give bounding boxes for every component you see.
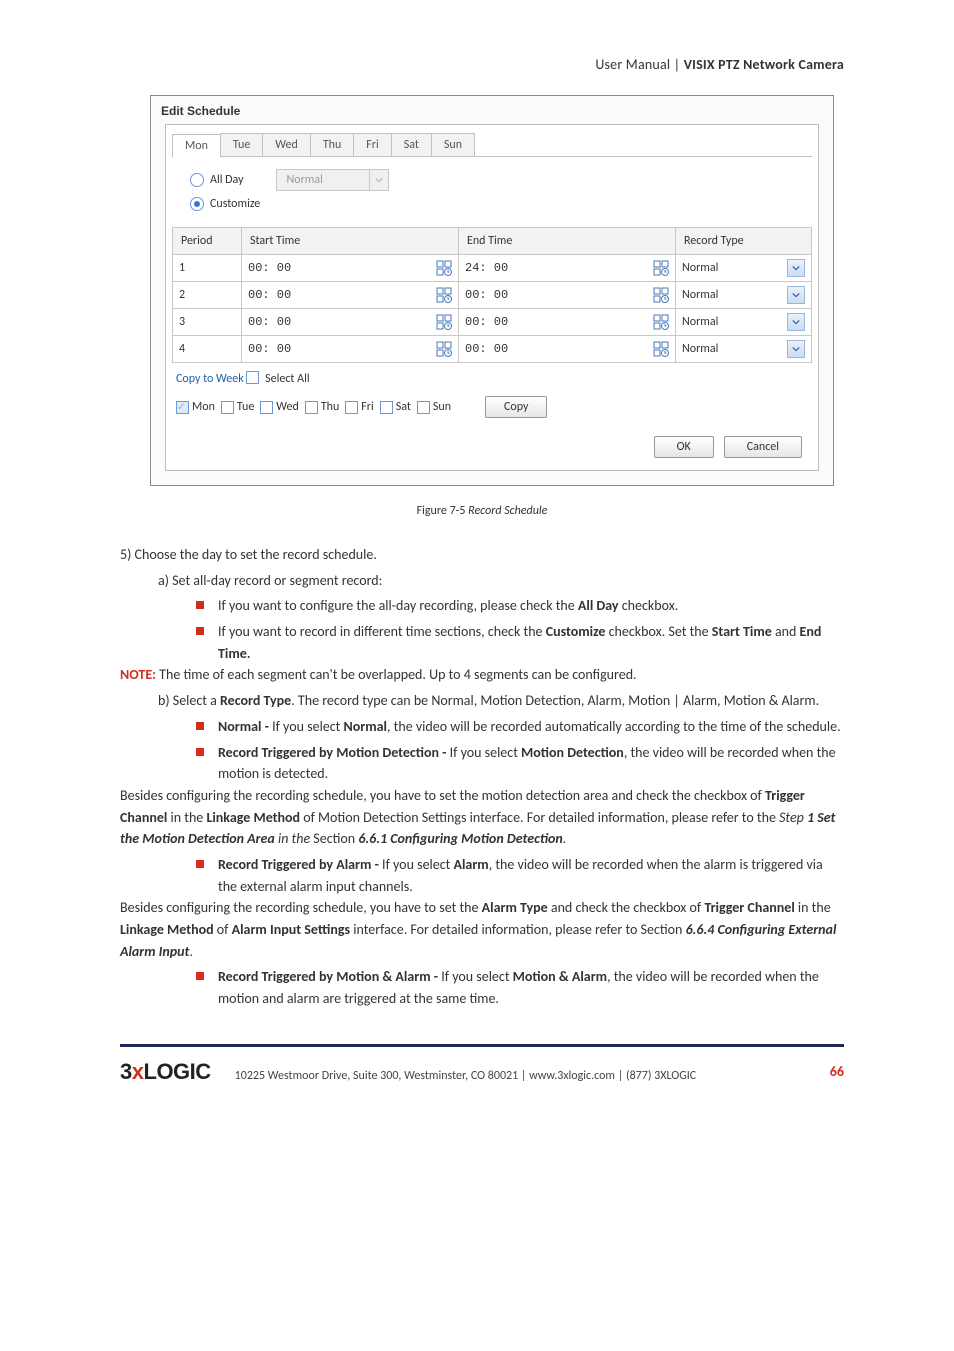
select-all-checkbox[interactable] [246, 371, 259, 384]
start-time-value[interactable]: 00: 00 [248, 261, 291, 275]
page-number: 66 [830, 1063, 844, 1080]
copy-fri-checkbox[interactable] [345, 401, 358, 414]
figure-caption: Figure 7-5 Record Schedule [120, 504, 844, 518]
bullet-icon [196, 722, 204, 730]
copy-button[interactable]: Copy [485, 396, 547, 418]
end-time-value[interactable]: 00: 00 [465, 288, 508, 302]
customize-label: Customize [210, 197, 260, 211]
header-period: Period [173, 228, 242, 255]
body-text: 5) Choose the day to set the record sche… [120, 544, 844, 1010]
end-time-value[interactable]: 00: 00 [465, 342, 508, 356]
record-type-value: Normal [682, 315, 718, 329]
bullet-icon [196, 860, 204, 868]
record-type-value: Normal [682, 342, 718, 356]
header-end-time: End Time [459, 228, 676, 255]
copy-days-row: Mon Tue Wed Thu Fri Sat Sun Copy [176, 396, 818, 418]
period-cell: 2 [173, 282, 242, 309]
tab-sun[interactable]: Sun [431, 133, 475, 156]
chevron-down-icon[interactable] [787, 259, 805, 277]
header-start-time: Start Time [242, 228, 459, 255]
clock-icon[interactable] [653, 314, 669, 330]
allday-label: All Day [210, 173, 244, 187]
ok-button[interactable]: OK [654, 436, 714, 458]
header-record-type: Record Type [676, 228, 812, 255]
copy-thu-checkbox[interactable] [305, 401, 318, 414]
table-row: 1 00: 00 24: 00 Normal [173, 255, 812, 282]
tab-sat[interactable]: Sat [391, 133, 432, 156]
cancel-button[interactable]: Cancel [724, 436, 802, 458]
bullet-icon [196, 601, 204, 609]
record-type-value: Normal [682, 261, 718, 275]
clock-icon[interactable] [653, 287, 669, 303]
footer-rule [120, 1044, 844, 1047]
chevron-down-icon[interactable] [787, 313, 805, 331]
day-tabs: Mon Tue Wed Thu Fri Sat Sun [172, 131, 812, 157]
period-cell: 3 [173, 309, 242, 336]
radio-customize[interactable] [190, 197, 204, 211]
tab-fri[interactable]: Fri [353, 133, 391, 156]
chevron-down-icon[interactable] [787, 340, 805, 358]
end-time-value[interactable]: 00: 00 [465, 315, 508, 329]
copy-sat-checkbox[interactable] [380, 401, 393, 414]
start-time-value[interactable]: 00: 00 [248, 342, 291, 356]
radio-all-day[interactable] [190, 173, 204, 187]
table-row: 3 00: 00 00: 00 Normal [173, 309, 812, 336]
table-row: 2 00: 00 00: 00 Normal [173, 282, 812, 309]
copy-mon-checkbox[interactable] [176, 401, 189, 414]
clock-icon[interactable] [653, 260, 669, 276]
copy-tue-checkbox[interactable] [221, 401, 234, 414]
clock-icon[interactable] [436, 341, 452, 357]
clock-icon[interactable] [436, 314, 452, 330]
copy-wed-checkbox[interactable] [260, 401, 273, 414]
period-cell: 1 [173, 255, 242, 282]
tab-wed[interactable]: Wed [262, 133, 311, 156]
page-footer: 3xLOGIC 10225 Westmoor Drive, Suite 300,… [120, 1059, 844, 1085]
tab-tue[interactable]: Tue [220, 133, 263, 156]
period-cell: 4 [173, 336, 242, 363]
period-table: Period Start Time End Time Record Type 1… [172, 227, 812, 363]
edit-schedule-dialog: Edit Schedule Mon Tue Wed Thu Fri Sat Su… [150, 95, 834, 486]
clock-icon[interactable] [653, 341, 669, 357]
tab-mon[interactable]: Mon [172, 134, 221, 157]
start-time-value[interactable]: 00: 00 [248, 288, 291, 302]
tab-thu[interactable]: Thu [310, 133, 354, 156]
bullet-icon [196, 972, 204, 980]
record-type-value: Normal [682, 288, 718, 302]
allday-type-select: Normal [276, 169, 389, 191]
chevron-down-icon [369, 170, 388, 190]
chevron-down-icon[interactable] [787, 286, 805, 304]
end-time-value[interactable]: 24: 00 [465, 261, 508, 275]
clock-icon[interactable] [436, 260, 452, 276]
copy-to-week-row: Copy to Week Select All [176, 371, 818, 386]
bullet-icon [196, 627, 204, 635]
bullet-icon [196, 748, 204, 756]
table-row: 4 00: 00 00: 00 Normal [173, 336, 812, 363]
clock-icon[interactable] [436, 287, 452, 303]
brand-logo: 3xLOGIC [120, 1059, 211, 1085]
start-time-value[interactable]: 00: 00 [248, 315, 291, 329]
copy-sun-checkbox[interactable] [417, 401, 430, 414]
dialog-title: Edit Schedule [151, 96, 833, 124]
page-header: User Manual | VISIX PTZ Network Camera [120, 56, 844, 73]
